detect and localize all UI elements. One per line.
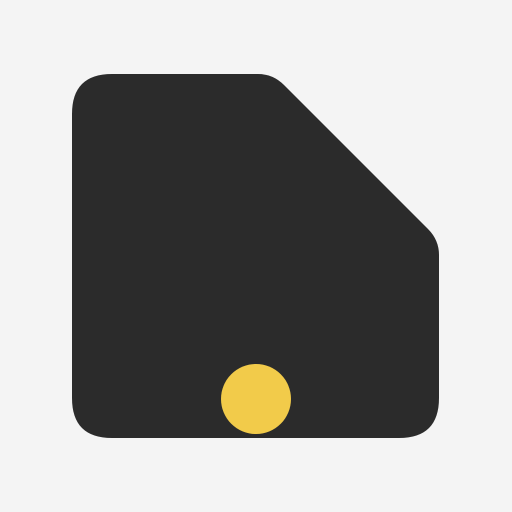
status-dot-icon: [221, 364, 291, 434]
app-icon-graphic: [0, 0, 512, 512]
app-icon-canvas: [0, 0, 512, 512]
